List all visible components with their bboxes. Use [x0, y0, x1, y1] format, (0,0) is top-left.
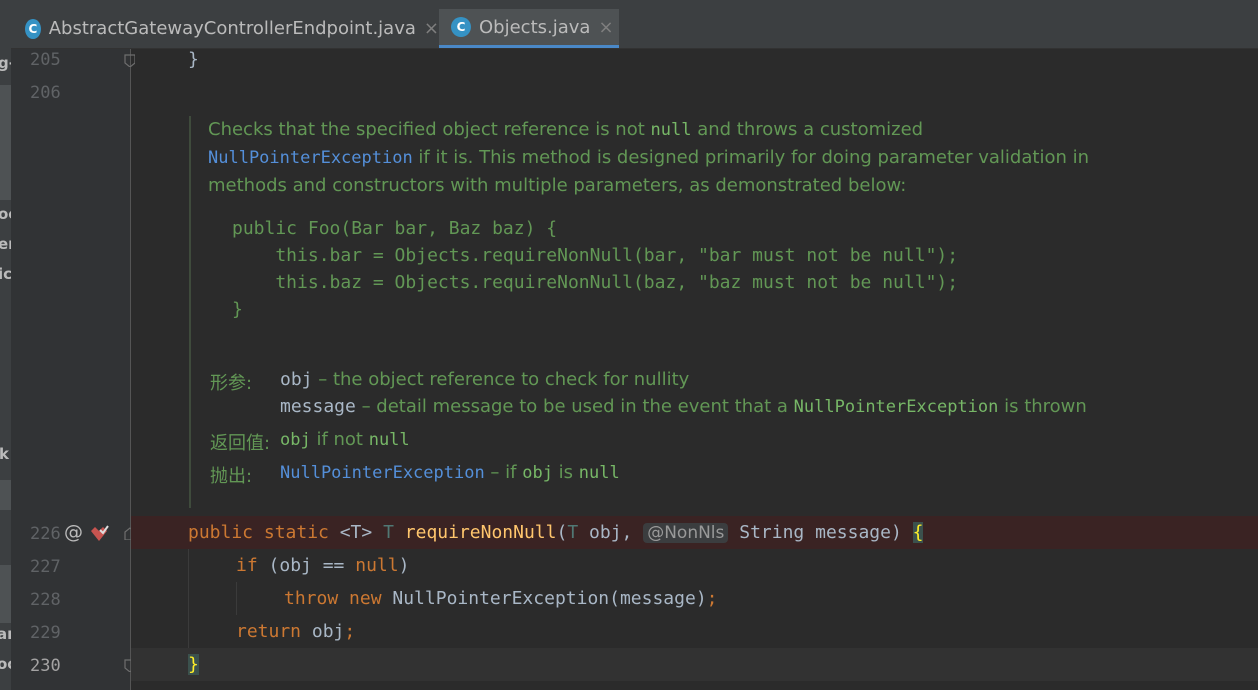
doc-code-example: public Foo(Bar bar, Baz baz) { this.bar …: [232, 218, 959, 320]
doc-paragraph: NullPointerException if it is. This meth…: [208, 147, 1089, 168]
annotation-at-icon[interactable]: @: [64, 521, 83, 543]
doc-link[interactable]: NullPointerException: [794, 397, 999, 417]
param-name: message: [280, 396, 356, 417]
line-number: 227: [30, 557, 61, 577]
code-line-205: }: [131, 43, 1258, 76]
matched-brace: {: [912, 522, 924, 543]
method-name[interactable]: requireNonNull: [405, 522, 557, 543]
class-icon: C: [25, 18, 41, 39]
code-line-226: public static <T> T requireNonNull(T obj…: [131, 516, 1258, 549]
panel-text-fragment: k: [0, 445, 9, 463]
editor-gutter[interactable]: 205 206 226 227 228 229 230 @: [11, 49, 130, 690]
line-number-current: 230: [30, 656, 61, 676]
tab-label: AbstractGatewayControllerEndpoint.java: [48, 18, 416, 39]
line-number: 228: [30, 590, 61, 610]
params-label: 形参:: [210, 373, 253, 394]
tab-label: Objects.java: [479, 16, 591, 38]
project-panel-edge: g- oc er ic k ar oc: [0, 0, 11, 690]
class-icon: C: [451, 17, 471, 37]
param-desc: – detail message to be used in the event…: [355, 396, 794, 417]
doc-link[interactable]: NullPointerException: [208, 148, 413, 168]
doc-paragraph: methods and constructors with multiple p…: [208, 175, 907, 196]
throws-label: 抛出:: [210, 466, 253, 487]
line-number: 205: [30, 50, 61, 70]
panel-text-fragment: ic: [0, 265, 11, 283]
line-number: 229: [30, 623, 61, 643]
editor-tab-bar: C AbstractGatewayControllerEndpoint.java…: [11, 0, 1258, 49]
code-line-229: return obj;: [236, 621, 356, 642]
returns-label: 返回值:: [210, 433, 271, 454]
doc-paragraph: Checks that the specified object referen…: [208, 119, 924, 140]
code-line-227: if (obj == null): [236, 555, 410, 576]
close-icon[interactable]: ×: [598, 17, 613, 38]
inlay-annotation: @NonNls: [643, 523, 729, 543]
param-desc: – the object reference to check for null…: [312, 369, 690, 390]
matched-brace: }: [188, 654, 199, 675]
panel-text-fragment: ar: [0, 625, 11, 643]
scroll-segment: [0, 85, 11, 200]
panel-text-fragment: g-: [0, 54, 11, 72]
code-line-228: throw new NullPointerException(message);: [284, 588, 718, 609]
code-line-230-current: }: [131, 648, 1258, 681]
code-editor[interactable]: } Checks that the specified object refer…: [131, 49, 1258, 690]
panel-text-fragment: oc: [0, 205, 11, 223]
breakpoint-override-icon[interactable]: [88, 523, 110, 543]
scroll-segment: [0, 480, 11, 510]
panel-text-fragment: oc: [0, 655, 11, 673]
scroll-segment: [0, 565, 11, 623]
line-number: 206: [30, 83, 61, 103]
close-icon[interactable]: ×: [424, 18, 439, 39]
closing-brace: }: [188, 49, 199, 70]
param-name: obj: [280, 369, 313, 390]
doc-link[interactable]: NullPointerException: [280, 463, 485, 483]
rendered-javadoc: Checks that the specified object referen…: [189, 116, 1258, 508]
panel-text-fragment: er: [0, 235, 11, 253]
